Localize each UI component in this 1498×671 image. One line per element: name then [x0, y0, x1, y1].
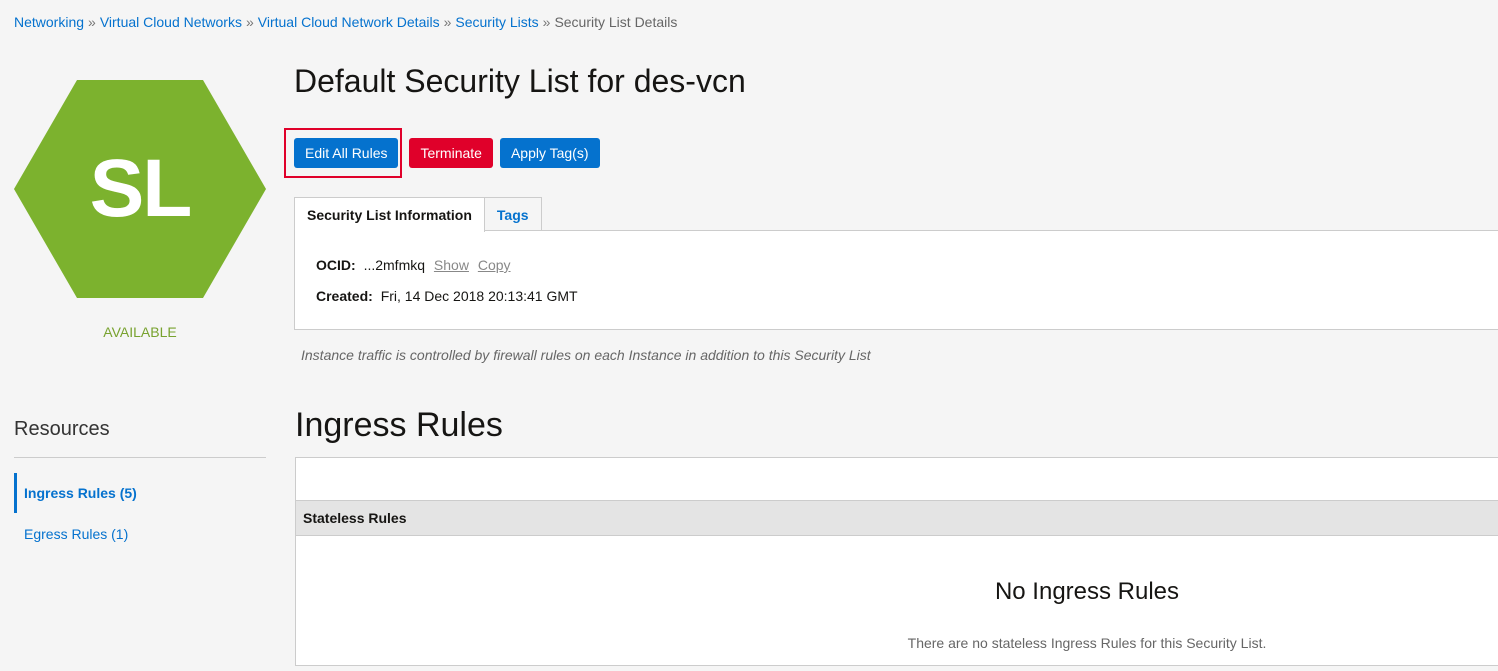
breadcrumb-current: Security List Details: [554, 14, 678, 30]
empty-state-description: There are no stateless Ingress Rules for…: [907, 635, 1267, 651]
breadcrumb-networking[interactable]: Networking: [14, 14, 84, 30]
created-label: Created:: [316, 288, 373, 304]
info-panel: OCID: ...2mfmkq Show Copy Created: Fri, …: [294, 230, 1498, 330]
apply-tags-button[interactable]: Apply Tag(s): [499, 138, 600, 168]
created-value: Fri, 14 Dec 2018 20:13:41 GMT: [380, 288, 578, 304]
breadcrumb-separator: »: [245, 14, 254, 30]
ocid-show-link[interactable]: Show: [434, 257, 469, 273]
edit-all-rules-button[interactable]: Edit All Rules: [294, 138, 399, 168]
tab-bar: Security List Information Tags: [294, 197, 542, 232]
ingress-rules-title: Ingress Rules: [295, 406, 503, 444]
rules-toolbar: [296, 458, 1498, 501]
ocid-copy-link[interactable]: Copy: [478, 257, 511, 273]
ocid-label: OCID:: [316, 257, 356, 273]
resources-title: Resources: [14, 418, 110, 440]
resources-divider: [14, 457, 266, 458]
page-title: Default Security List for des-vcn: [294, 63, 746, 99]
firewall-note: Instance traffic is controlled by firewa…: [301, 347, 871, 363]
breadcrumb-separator: »: [542, 14, 551, 30]
tab-tags[interactable]: Tags: [483, 197, 542, 231]
ocid-value: ...2mfmkq: [363, 257, 426, 273]
stateless-rules-header: Stateless Rules: [296, 501, 1498, 536]
resource-item-ingress-rules[interactable]: Ingress Rules (5): [14, 473, 266, 513]
ingress-rules-panel: Stateless Rules No Ingress Rules There a…: [295, 457, 1498, 666]
resource-hexagon-icon: SL: [14, 80, 266, 298]
tab-security-list-information[interactable]: Security List Information: [294, 197, 485, 232]
ocid-row: OCID: ...2mfmkq Show Copy: [316, 257, 511, 273]
breadcrumb: Networking» Virtual Cloud Networks» Virtua…: [14, 14, 677, 30]
breadcrumb-security-lists[interactable]: Security Lists: [455, 14, 538, 30]
action-bar: Edit All Rules Terminate Apply Tag(s): [294, 138, 600, 168]
breadcrumb-virtual-cloud-networks[interactable]: Virtual Cloud Networks: [100, 14, 242, 30]
lifecycle-state: AVAILABLE: [103, 324, 177, 340]
empty-state-title: No Ingress Rules: [994, 578, 1180, 605]
breadcrumb-separator: »: [443, 14, 452, 30]
breadcrumb-vcn-details[interactable]: Virtual Cloud Network Details: [258, 14, 440, 30]
resource-item-egress-rules[interactable]: Egress Rules (1): [14, 514, 266, 554]
created-row: Created: Fri, 14 Dec 2018 20:13:41 GMT: [316, 288, 578, 304]
terminate-button[interactable]: Terminate: [409, 138, 493, 168]
breadcrumb-separator: »: [88, 14, 96, 30]
resource-icon-text: SL: [89, 143, 193, 234]
